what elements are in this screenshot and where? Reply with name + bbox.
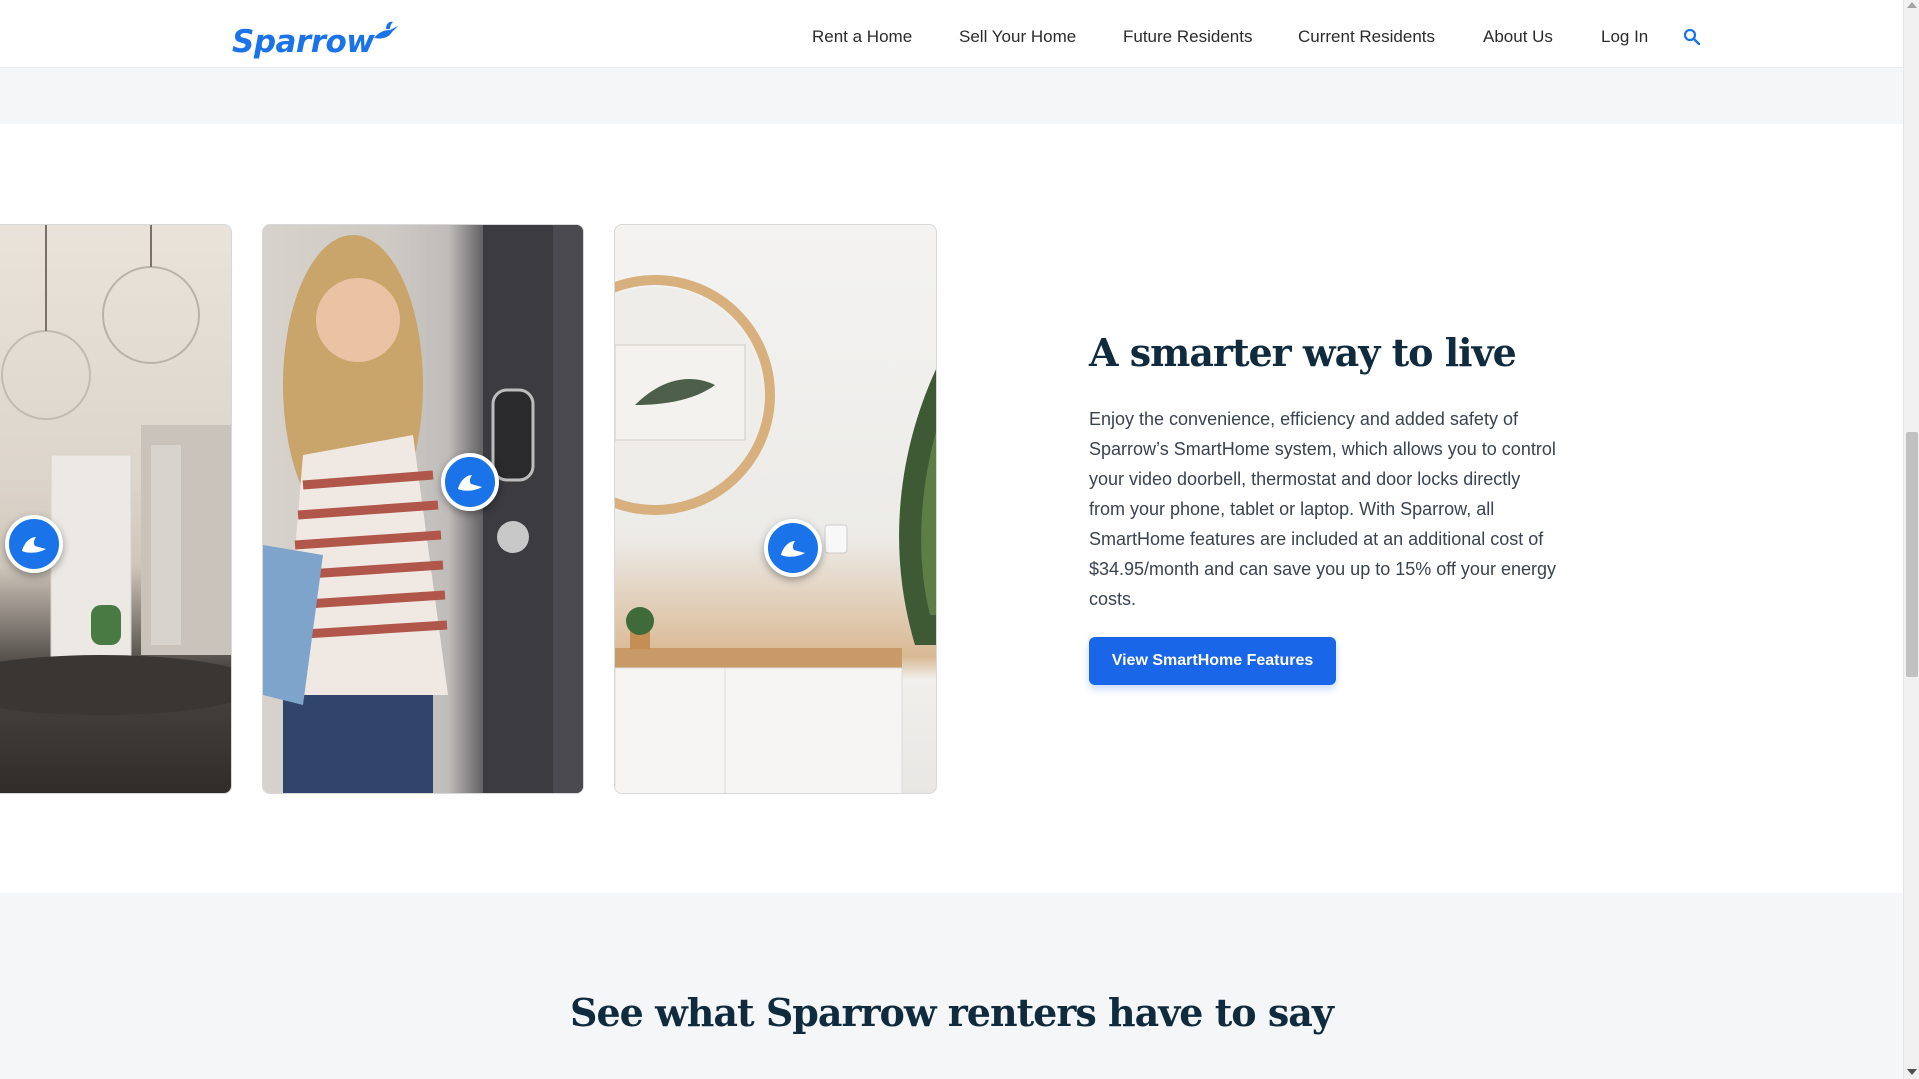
thermostat-hallway-photo — [614, 224, 937, 794]
view-smarthome-features-button[interactable]: View SmartHome Features — [1089, 637, 1336, 685]
nav-current-residents[interactable]: Current Residents — [1298, 27, 1435, 47]
feature-description: Enjoy the convenience, efficiency and ad… — [1089, 408, 1556, 609]
scrollbar-thumb[interactable] — [1906, 432, 1918, 677]
testimonials-title: See what Sparrow renters have to say — [570, 990, 1334, 1035]
smarthome-feature: A smarter way to live Enjoy the convenie… — [1089, 330, 1559, 614]
smarthome-pin[interactable] — [5, 515, 63, 573]
nav-future-residents[interactable]: Future Residents — [1123, 27, 1252, 47]
feature-title: A smarter way to live — [1089, 330, 1517, 375]
nav-rent-a-home[interactable]: Rent a Home — [812, 27, 912, 47]
nav-about-us[interactable]: About Us — [1483, 27, 1553, 47]
sparrow-bird-icon — [781, 541, 805, 557]
kitchen-photo — [0, 224, 232, 794]
testimonials-section — [0, 893, 1903, 1079]
sparrow-bird-icon — [22, 537, 46, 553]
smarthome-pin[interactable] — [764, 519, 822, 577]
page: Sparrow Rent a Home Sell Your Home Futur… — [0, 0, 1919, 1079]
nav-log-in[interactable]: Log In — [1601, 27, 1648, 47]
page-scrollbar[interactable] — [1903, 0, 1919, 1079]
scroll-down-arrow-icon[interactable] — [1907, 1069, 1917, 1075]
front-door-smart-lock-photo — [262, 224, 584, 794]
site-header: Sparrow Rent a Home Sell Your Home Futur… — [0, 0, 1903, 68]
kitchen-illustration — [0, 225, 231, 715]
scroll-up-arrow-icon[interactable] — [1907, 2, 1917, 8]
nav-sell-your-home[interactable]: Sell Your Home — [959, 27, 1076, 47]
main-nav: Rent a Home Sell Your Home Future Reside… — [0, 0, 1903, 68]
top-section-band — [0, 68, 1903, 124]
smarthome-pin[interactable] — [441, 453, 499, 511]
sparrow-bird-icon — [458, 475, 482, 491]
search-icon[interactable] — [1683, 28, 1701, 46]
woman-at-door-illustration — [263, 225, 583, 793]
hallway-illustration — [615, 275, 936, 793]
